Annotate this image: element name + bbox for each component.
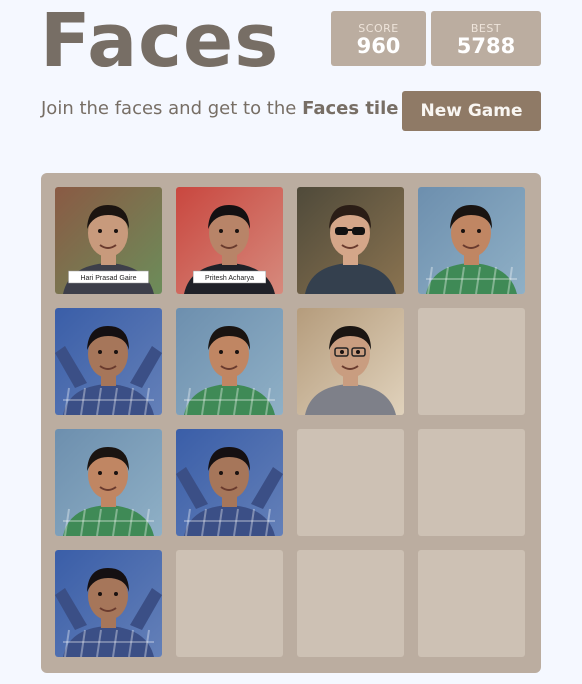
empty-cell	[297, 550, 404, 657]
face-tile: Hari Prasad Gaire	[55, 187, 162, 294]
game-intro: Join the faces and get to the Faces tile	[41, 98, 398, 119]
game-title: Faces	[40, 0, 280, 84]
best-score-value: 5788	[456, 34, 516, 58]
best-score-box: BEST 5788	[431, 11, 541, 66]
empty-cell	[418, 550, 525, 657]
empty-cell	[297, 429, 404, 536]
intro-goal-tile: Faces tile	[302, 98, 399, 119]
face-tile	[297, 187, 404, 294]
face-tile	[55, 308, 162, 415]
empty-cell	[176, 550, 283, 657]
score-value: 960	[356, 34, 401, 58]
face-tile	[176, 429, 283, 536]
tile-caption: Hari Prasad Gaire	[80, 275, 136, 282]
score-box: SCORE 960	[331, 11, 426, 66]
face-tile	[55, 429, 162, 536]
empty-cell	[418, 308, 525, 415]
tile-caption: Pritesh Acharya	[205, 275, 254, 282]
face-tile	[55, 550, 162, 657]
face-tile	[418, 187, 525, 294]
empty-cell	[418, 429, 525, 536]
face-tile	[297, 308, 404, 415]
game-board[interactable]: Hari Prasad Gaire Pritesh Acharya	[41, 173, 541, 673]
new-game-button[interactable]: New Game	[402, 91, 541, 131]
face-tile	[176, 308, 283, 415]
intro-text: Join the faces and get to the	[41, 98, 303, 119]
face-tile: Pritesh Acharya	[176, 187, 283, 294]
